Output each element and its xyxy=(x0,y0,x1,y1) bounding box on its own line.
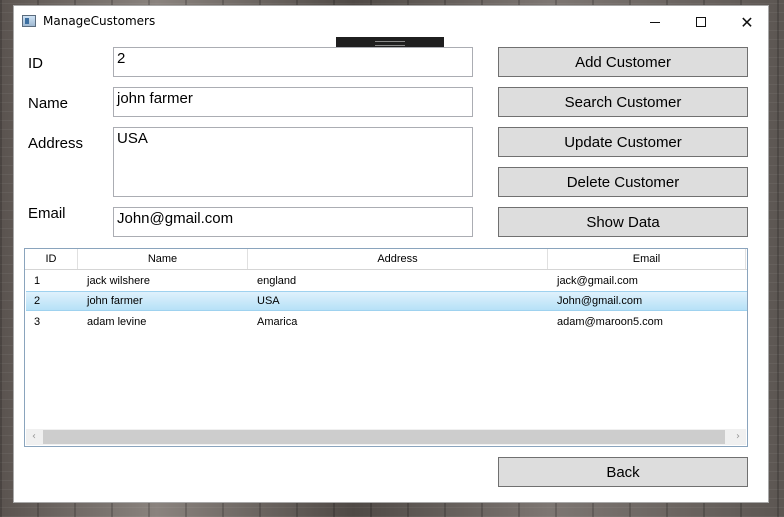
close-icon: ✕ xyxy=(740,12,754,32)
app-window-icon xyxy=(22,15,36,27)
add-customer-button[interactable]: Add Customer xyxy=(498,47,748,77)
table-row-selected[interactable]: 2 john farmer USA John@gmail.com xyxy=(26,291,747,311)
table-row[interactable]: 1 jack wilshere england jack@gmail.com xyxy=(26,271,747,291)
row-name-cell: adam levine xyxy=(87,316,147,328)
id-label: ID xyxy=(28,55,43,72)
row-email-cell: jack@gmail.com xyxy=(557,275,638,287)
scroll-right-icon[interactable]: › xyxy=(730,429,746,445)
row-name-cell: john farmer xyxy=(87,295,143,307)
row-address-cell: USA xyxy=(257,295,280,307)
row-email-cell: John@gmail.com xyxy=(557,295,643,307)
row-name-cell: jack wilshere xyxy=(87,275,150,287)
manage-customers-window: ManageCustomers ✕ ID 2 Name john farmer … xyxy=(13,5,769,503)
column-header-address[interactable]: Address xyxy=(248,249,548,269)
customers-data-grid[interactable]: ID Name Address Email 1 jack wilshere en… xyxy=(24,248,748,447)
address-label: Address xyxy=(28,135,84,152)
minimize-button[interactable] xyxy=(632,6,678,38)
grid-header: ID Name Address Email xyxy=(25,249,747,270)
row-address-cell: Amarica xyxy=(257,316,298,328)
email-label: Email xyxy=(28,205,66,222)
name-label: Name xyxy=(28,95,69,112)
row-address-cell: england xyxy=(257,275,297,287)
maximize-icon xyxy=(696,17,706,27)
title-bar[interactable]: ManageCustomers ✕ xyxy=(14,6,768,38)
maximize-button[interactable] xyxy=(678,6,724,38)
search-customer-button[interactable]: Search Customer xyxy=(498,87,748,117)
column-header-email[interactable]: Email xyxy=(548,249,746,269)
row-email-cell: adam@maroon5.com xyxy=(557,316,663,328)
address-field[interactable]: USA xyxy=(113,127,473,197)
email-field[interactable]: John@gmail.com xyxy=(113,207,473,237)
back-button[interactable]: Back xyxy=(498,457,748,487)
update-customer-button[interactable]: Update Customer xyxy=(498,127,748,157)
row-id-cell: 3 xyxy=(34,316,41,328)
column-header-id[interactable]: ID xyxy=(25,249,78,269)
window-title: ManageCustomers xyxy=(43,14,156,28)
close-button[interactable]: ✕ xyxy=(724,6,768,38)
scroll-left-icon[interactable]: ‹ xyxy=(26,429,42,445)
delete-customer-button[interactable]: Delete Customer xyxy=(498,167,748,197)
minimize-icon xyxy=(650,21,660,23)
row-id-cell: 2 xyxy=(34,295,41,307)
id-field[interactable]: 2 xyxy=(113,47,473,77)
row-id-cell: 1 xyxy=(34,275,41,287)
horizontal-scrollbar[interactable]: ‹ › xyxy=(26,429,746,445)
column-header-name[interactable]: Name xyxy=(78,249,248,269)
show-data-button[interactable]: Show Data xyxy=(498,207,748,237)
name-field[interactable]: john farmer xyxy=(113,87,473,117)
table-row[interactable]: 3 adam levine Amarica adam@maroon5.com xyxy=(26,312,747,332)
scrollbar-thumb[interactable] xyxy=(43,430,725,444)
